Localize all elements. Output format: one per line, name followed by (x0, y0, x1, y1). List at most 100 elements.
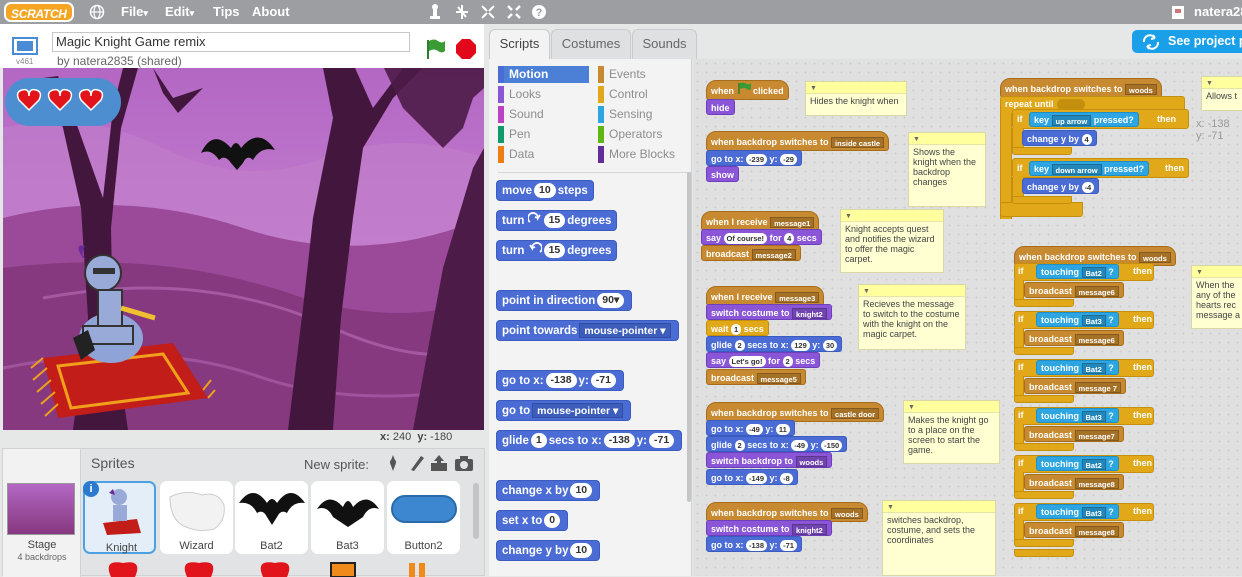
switch-backdrop-block[interactable]: switch backdrop to woods (706, 452, 833, 468)
menu-about[interactable]: About (252, 0, 290, 24)
block-input[interactable]: 15 (543, 213, 566, 229)
block-go-to[interactable]: go to mouse-pointer ▾ (496, 400, 632, 421)
help-icon[interactable]: ? (531, 0, 547, 24)
block-input[interactable]: -29 (780, 154, 797, 166)
category-looks[interactable]: Looks (498, 86, 541, 103)
block-input[interactable]: 129 (791, 340, 810, 352)
block-input[interactable]: -71 (649, 433, 675, 449)
block-input[interactable]: -239 (746, 154, 768, 166)
key-pressed-block[interactable]: key down arrow pressed? (1029, 161, 1150, 176)
if-then-block[interactable]: if key up arrow pressed? then (1012, 109, 1189, 129)
hide-block[interactable]: hide (706, 99, 735, 115)
block-input[interactable]: -4 (1081, 182, 1095, 194)
block-input[interactable]: 0 (544, 513, 561, 529)
go-to-xy-block[interactable]: go to x: -149 y: -8 (706, 469, 798, 485)
stop-sign-icon[interactable] (455, 38, 477, 65)
block-dropdown[interactable]: message8 (1074, 526, 1119, 538)
green-flag-icon[interactable] (424, 38, 446, 65)
menu-edit[interactable]: Edit▾ (165, 0, 194, 24)
palette-scrollbar[interactable] (687, 172, 691, 502)
block-input[interactable]: 2 (782, 356, 793, 368)
comment-note[interactable]: ▼ Recieves the message to switch to the c… (858, 284, 966, 350)
upload-sprite-icon[interactable] (430, 454, 448, 477)
when-backdrop-switches-block[interactable]: when backdrop switches to woods (706, 502, 868, 522)
category-pen[interactable]: Pen (498, 126, 530, 143)
scripts-area[interactable]: when clicked hide ▼ Hides the knight when… (693, 59, 1242, 576)
key-pressed-block[interactable]: key up arrow pressed? (1029, 112, 1139, 127)
block-dropdown[interactable]: down arrow (1051, 164, 1102, 176)
info-icon[interactable]: i (83, 481, 99, 497)
block-dropdown[interactable]: mouse-pointer ▾ (579, 323, 671, 339)
block-input[interactable]: 90▾ (597, 293, 625, 309)
tab-scripts[interactable]: Scripts (489, 29, 550, 59)
say-for-secs-block[interactable]: say Let's go! for 2 secs (706, 352, 821, 368)
when-backdrop-switches-block[interactable]: when backdrop switches to castle door (706, 402, 885, 422)
broadcast-block[interactable]: broadcast message6 (1024, 330, 1124, 346)
when-flag-clicked-block[interactable]: when clicked (706, 80, 789, 100)
block-input[interactable]: -138 (603, 433, 635, 449)
block-dropdown[interactable]: Bat2 (1081, 267, 1106, 279)
touching-block[interactable]: touching Bat2 ? (1036, 360, 1119, 375)
camera-sprite-icon[interactable] (454, 454, 474, 477)
block-input[interactable]: 10 (570, 543, 593, 559)
block-dropdown[interactable]: woods (1125, 84, 1157, 96)
expand-icon[interactable] (480, 0, 496, 24)
block-point-in-direction[interactable]: point in direction 90▾ (496, 290, 633, 311)
globe-icon[interactable] (89, 0, 105, 24)
when-backdrop-switches-block[interactable]: when backdrop switches to inside castle (706, 131, 890, 151)
block-glide[interactable]: glide 1 secs to x: -138 y: -71 (496, 430, 683, 451)
comment-note[interactable]: ▼ Makes the knight go to a place on the s… (903, 400, 1000, 464)
when-i-receive-block[interactable]: when I receive message3 (706, 286, 825, 306)
choose-sprite-icon[interactable] (384, 454, 402, 477)
menu-tips[interactable]: Tips (213, 0, 240, 24)
comment-note[interactable]: ▼ Hides the knight when (805, 81, 907, 116)
tab-sounds[interactable]: Sounds (632, 29, 697, 59)
broadcast-block[interactable]: broadcast message 7 (1024, 378, 1126, 394)
broadcast-block[interactable]: broadcast message5 (706, 369, 806, 385)
stamp-icon[interactable] (427, 0, 443, 24)
category-operators[interactable]: Operators (598, 126, 662, 143)
sprite-tile-bat2[interactable]: Bat2 (235, 481, 308, 554)
block-input[interactable]: 4 (784, 233, 795, 245)
block-input[interactable]: 11 (775, 424, 790, 436)
block-input[interactable]: -149 (746, 473, 768, 485)
block-dropdown[interactable]: mouse-pointer ▾ (532, 403, 624, 419)
touching-block[interactable]: touching Bat3 ? (1036, 408, 1119, 423)
change-y-block[interactable]: change y by -4 (1022, 178, 1100, 194)
block-dropdown[interactable]: Bat3 (1081, 507, 1106, 519)
block-input[interactable]: 1 (530, 433, 547, 449)
block-dropdown[interactable]: woods (795, 456, 828, 468)
category-sound[interactable]: Sound (498, 106, 544, 123)
sprite-tile-button2[interactable]: Button2 (387, 481, 460, 554)
block-dropdown[interactable]: message5 (756, 373, 801, 385)
switch-costume-block[interactable]: switch costume to knight2 (706, 304, 832, 320)
touching-block[interactable]: touching Bat3 ? (1036, 504, 1119, 519)
go-to-xy-block[interactable]: go to x: -138 y: -71 (706, 536, 802, 552)
block-input[interactable]: -138 (545, 373, 577, 389)
collapse-triangle-icon[interactable]: ▼ (1196, 268, 1203, 278)
touching-block[interactable]: touching Bat2 ? (1036, 456, 1119, 471)
scratch-logo[interactable]: SCRATCH (4, 2, 74, 22)
block-dropdown[interactable]: up arrow (1051, 115, 1092, 127)
block-input[interactable]: 10 (570, 483, 593, 499)
block-set-x[interactable]: set x to 0 (496, 510, 569, 531)
comment-note[interactable]: ▼ When the any of the hearts rec message … (1191, 265, 1242, 329)
category-control[interactable]: Control (598, 86, 648, 103)
category-sensing[interactable]: Sensing (598, 106, 652, 123)
when-backdrop-switches-block[interactable]: when backdrop switches to woods (1000, 78, 1162, 98)
block-move-steps[interactable]: move 10 steps (496, 180, 594, 201)
collapse-triangle-icon[interactable]: ▼ (810, 84, 817, 94)
block-dropdown[interactable]: castle door (831, 408, 880, 420)
block-input[interactable]: -138 (746, 540, 768, 552)
show-block[interactable]: show (706, 166, 740, 182)
paint-sprite-icon[interactable] (408, 454, 426, 477)
sprite-tile-knight[interactable]: i Knight (83, 481, 156, 554)
block-input[interactable]: 4 (1081, 134, 1092, 146)
block-input[interactable]: -71 (590, 373, 616, 389)
block-dropdown[interactable]: inside castle (831, 137, 885, 149)
block-input[interactable]: 2 (734, 440, 745, 452)
block-turn-left[interactable]: turn 15 degrees (496, 240, 618, 261)
block-dropdown[interactable]: message7 (1074, 430, 1119, 442)
block-input[interactable]: Let's go! (728, 356, 766, 368)
block-input[interactable]: -49 (746, 424, 763, 436)
